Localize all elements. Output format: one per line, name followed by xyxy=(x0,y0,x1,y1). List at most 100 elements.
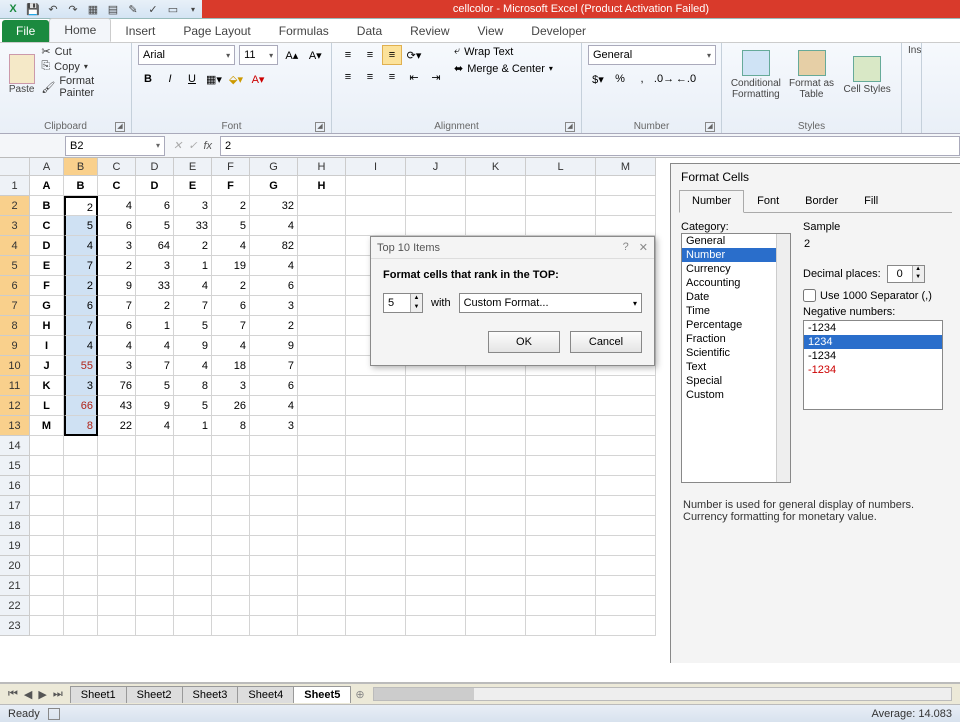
cell[interactable]: D xyxy=(30,236,64,256)
cell[interactable]: H xyxy=(30,316,64,336)
cell[interactable] xyxy=(64,616,98,636)
category-list[interactable]: GeneralNumberCurrencyAccountingDateTimeP… xyxy=(681,233,791,483)
percent-icon[interactable]: % xyxy=(610,69,630,89)
category-item[interactable]: Scientific xyxy=(682,346,790,360)
cell[interactable]: 76 xyxy=(98,376,136,396)
cell[interactable] xyxy=(30,476,64,496)
cell[interactable]: 1 xyxy=(136,316,174,336)
cell[interactable] xyxy=(30,516,64,536)
cell[interactable] xyxy=(596,436,656,456)
cell[interactable] xyxy=(526,576,596,596)
cell[interactable] xyxy=(596,176,656,196)
row-header[interactable]: 21 xyxy=(0,576,30,596)
cell[interactable]: A xyxy=(30,176,64,196)
cell[interactable] xyxy=(346,616,406,636)
sep-checkbox[interactable] xyxy=(803,289,816,302)
cell[interactable] xyxy=(596,216,656,236)
cell[interactable]: 4 xyxy=(250,216,298,236)
cell[interactable] xyxy=(526,616,596,636)
cell[interactable]: 6 xyxy=(98,216,136,236)
cell[interactable]: 8 xyxy=(212,416,250,436)
cell[interactable] xyxy=(298,536,346,556)
cell[interactable]: 7 xyxy=(64,256,98,276)
decimal-input[interactable] xyxy=(888,266,912,282)
cell[interactable] xyxy=(250,596,298,616)
cell[interactable]: 3 xyxy=(64,376,98,396)
scrollbar[interactable] xyxy=(776,234,790,482)
cell[interactable]: 5 xyxy=(174,316,212,336)
category-item[interactable]: Special xyxy=(682,374,790,388)
cell[interactable]: 7 xyxy=(64,316,98,336)
cell[interactable] xyxy=(212,536,250,556)
italic-button[interactable]: I xyxy=(160,69,180,89)
cell[interactable]: 33 xyxy=(136,276,174,296)
qat-icon[interactable]: ▭ xyxy=(164,1,182,17)
inc-decimal-icon[interactable]: .0→ xyxy=(654,69,674,89)
cell[interactable]: 4 xyxy=(98,196,136,216)
cell[interactable]: 4 xyxy=(136,416,174,436)
row-header[interactable]: 15 xyxy=(0,456,30,476)
cell[interactable] xyxy=(406,496,466,516)
cell[interactable]: 7 xyxy=(212,316,250,336)
cell[interactable] xyxy=(466,496,526,516)
conditional-formatting-button[interactable]: Conditional Formatting xyxy=(728,45,784,105)
cell[interactable] xyxy=(174,596,212,616)
cell[interactable]: 5 xyxy=(212,216,250,236)
cell[interactable] xyxy=(174,436,212,456)
col-header[interactable]: F xyxy=(212,158,250,176)
cell[interactable] xyxy=(466,176,526,196)
format-as-table-button[interactable]: Format as Table xyxy=(784,45,840,105)
cell[interactable] xyxy=(250,556,298,576)
row-headers[interactable]: 1234567891011121314151617181920212223 xyxy=(0,176,30,636)
cell[interactable] xyxy=(596,616,656,636)
cell[interactable]: 2 xyxy=(250,316,298,336)
new-sheet-icon[interactable]: ⊕ xyxy=(355,688,364,701)
col-header[interactable]: J xyxy=(406,158,466,176)
cell[interactable]: J xyxy=(30,356,64,376)
cell[interactable] xyxy=(526,176,596,196)
category-item[interactable]: Accounting xyxy=(682,276,790,290)
prev-sheet-icon[interactable]: ◀ xyxy=(22,688,34,701)
row-header[interactable]: 9 xyxy=(0,336,30,356)
cell[interactable] xyxy=(596,576,656,596)
align-left-icon[interactable]: ≡ xyxy=(338,67,358,87)
cell[interactable] xyxy=(30,536,64,556)
cell[interactable]: 8 xyxy=(174,376,212,396)
negative-list[interactable]: -12341234-1234-1234 xyxy=(803,320,943,410)
cell[interactable] xyxy=(596,496,656,516)
col-header[interactable]: M xyxy=(596,158,656,176)
cell[interactable] xyxy=(526,536,596,556)
cell[interactable]: L xyxy=(30,396,64,416)
cell[interactable] xyxy=(30,496,64,516)
orientation-icon[interactable]: ⟳▾ xyxy=(404,45,424,65)
cell[interactable]: 8 xyxy=(64,416,98,436)
cell[interactable] xyxy=(406,416,466,436)
cell[interactable]: 1 xyxy=(174,416,212,436)
cell[interactable]: 7 xyxy=(250,356,298,376)
cell[interactable]: 5 xyxy=(136,376,174,396)
category-item[interactable]: General xyxy=(682,234,790,248)
cell[interactable]: 64 xyxy=(136,236,174,256)
dialog-titlebar[interactable]: Top 10 Items ?✕ xyxy=(371,237,654,259)
cell[interactable] xyxy=(98,436,136,456)
cell[interactable] xyxy=(174,616,212,636)
col-header[interactable]: L xyxy=(526,158,596,176)
row-header[interactable]: 1 xyxy=(0,176,30,196)
tab-view[interactable]: View xyxy=(464,20,518,42)
cell[interactable] xyxy=(30,556,64,576)
cell[interactable] xyxy=(346,176,406,196)
row-header[interactable]: 3 xyxy=(0,216,30,236)
cell[interactable]: 2 xyxy=(136,296,174,316)
cell[interactable] xyxy=(466,436,526,456)
last-sheet-icon[interactable]: ⏭ xyxy=(51,688,65,701)
cell[interactable]: 2 xyxy=(174,236,212,256)
cell[interactable] xyxy=(64,516,98,536)
cell[interactable] xyxy=(98,556,136,576)
align-bottom-icon[interactable]: ≡ xyxy=(382,45,402,65)
cell[interactable] xyxy=(212,596,250,616)
cell[interactable] xyxy=(526,416,596,436)
cell[interactable]: 22 xyxy=(98,416,136,436)
cell[interactable]: 6 xyxy=(136,196,174,216)
row-header[interactable]: 20 xyxy=(0,556,30,576)
cell[interactable]: F xyxy=(212,176,250,196)
